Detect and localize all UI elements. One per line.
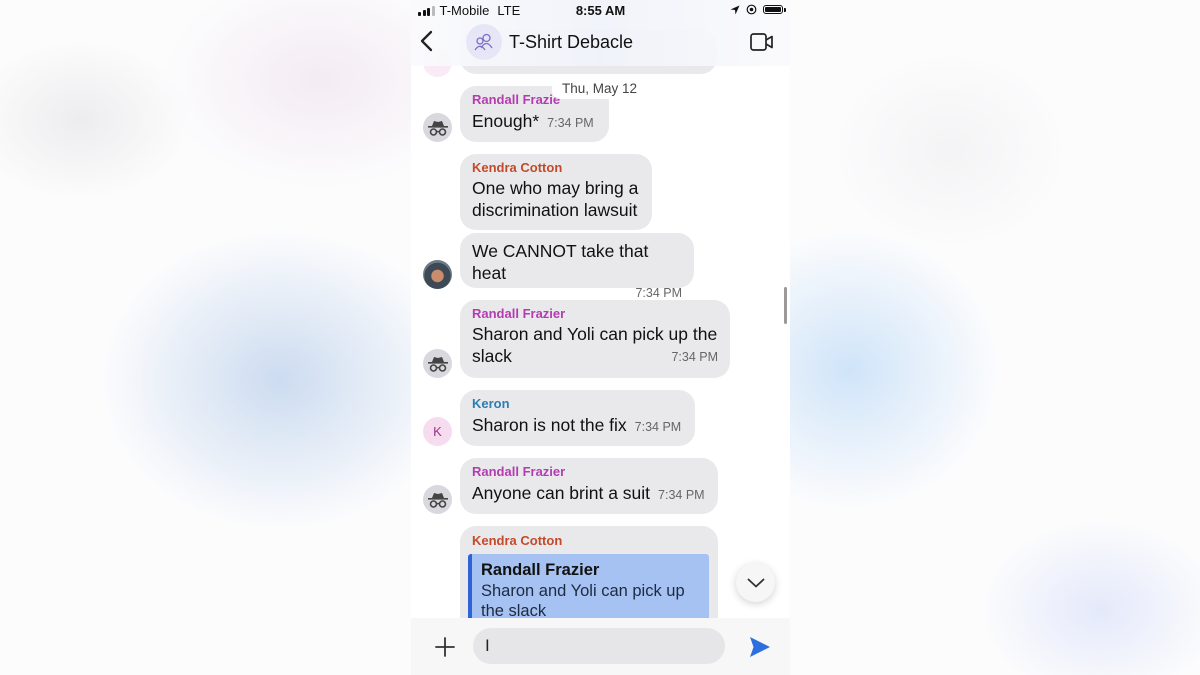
video-call-button[interactable] xyxy=(750,32,774,52)
avatar-photo[interactable] xyxy=(423,260,452,289)
back-button[interactable] xyxy=(419,30,439,54)
message-text-line: slack xyxy=(472,346,512,366)
message-time: 7:34 PM xyxy=(634,420,682,434)
quoted-text-line: Sharon and Yoli can pick up xyxy=(481,582,685,600)
chat-header: T-Mobile LTE 8:55 AM T-Shirt Debacle xyxy=(411,0,790,66)
sender-name: Randall Frazier xyxy=(472,464,566,479)
chat-title[interactable]: T-Shirt Debacle xyxy=(509,32,633,53)
message-bubble[interactable]: Randall Frazier Sharon and Yoli can pick… xyxy=(460,300,730,378)
message-text-line: discrimination lawsuit xyxy=(472,200,638,220)
sender-name: Keron xyxy=(472,396,510,411)
send-icon xyxy=(750,637,770,657)
avatar-incognito[interactable] xyxy=(423,485,452,514)
group-avatar[interactable] xyxy=(466,24,502,60)
message-text-line: One who may bring a xyxy=(472,178,639,198)
message-text-line: Sharon and Yoli can pick up the xyxy=(472,324,718,344)
message-bubble[interactable]: Randall Frazier Anyone can brint a suit 7… xyxy=(460,458,718,514)
message-composer xyxy=(411,618,790,675)
message-time: 7:34 PM xyxy=(635,286,682,300)
message-text: We CANNOT take that heat xyxy=(472,241,649,283)
message-time: 7:34 PM xyxy=(671,350,718,364)
sender-name: Kendra Cotton xyxy=(472,533,563,548)
avatar-incognito[interactable] xyxy=(423,349,452,378)
chevron-down-icon xyxy=(747,578,764,587)
scroll-to-bottom-button[interactable] xyxy=(736,563,775,602)
message-list[interactable]: Thu, May 12 Randall Frazie Enough* 7:34 P… xyxy=(411,0,790,646)
add-attachment-button[interactable] xyxy=(434,636,456,658)
message-text: Sharon is not the fix xyxy=(472,415,627,435)
orientation-lock-icon xyxy=(746,4,757,15)
chevron-left-icon xyxy=(420,30,433,52)
incognito-icon xyxy=(427,492,448,508)
incognito-icon xyxy=(427,120,448,136)
video-camera-icon xyxy=(750,33,773,51)
date-separator: Thu, May 12 xyxy=(552,79,648,99)
phone-screen: Thu, May 12 Randall Frazie Enough* 7:34 P… xyxy=(411,0,790,675)
message-bubble[interactable]: Keron Sharon is not the fix 7:34 PM xyxy=(460,390,695,446)
incognito-icon xyxy=(427,356,448,372)
avatar-letter[interactable]: K xyxy=(423,417,452,446)
group-people-icon xyxy=(474,33,493,51)
message-text: Enough* xyxy=(472,111,540,131)
message-time: 7:34 PM xyxy=(547,116,594,130)
sender-name: Randall Frazier xyxy=(472,306,566,321)
quoted-sender: Randall Frazier xyxy=(481,561,600,579)
status-bar: T-Mobile LTE 8:55 AM xyxy=(411,0,790,22)
message-bubble[interactable]: We CANNOT take that heat 7:34 PM xyxy=(460,233,694,300)
message-text: Anyone can brint a suit xyxy=(472,483,651,503)
battery-icon xyxy=(763,5,786,14)
scrollbar-thumb[interactable] xyxy=(784,287,787,324)
message-input[interactable] xyxy=(473,628,725,664)
message-bubble[interactable]: Kendra Cotton One who may bring a discri… xyxy=(460,154,652,230)
avatar-incognito[interactable] xyxy=(423,113,452,142)
quoted-message[interactable]: Randall Frazier Sharon and Yoli can pick… xyxy=(468,554,709,624)
plus-icon xyxy=(435,637,455,657)
send-button[interactable] xyxy=(748,635,772,659)
avatar-initial: K xyxy=(433,424,442,439)
location-arrow-icon xyxy=(730,5,740,14)
message-time: 7:34 PM xyxy=(658,488,705,502)
sender-name: Kendra Cotton xyxy=(472,160,563,175)
